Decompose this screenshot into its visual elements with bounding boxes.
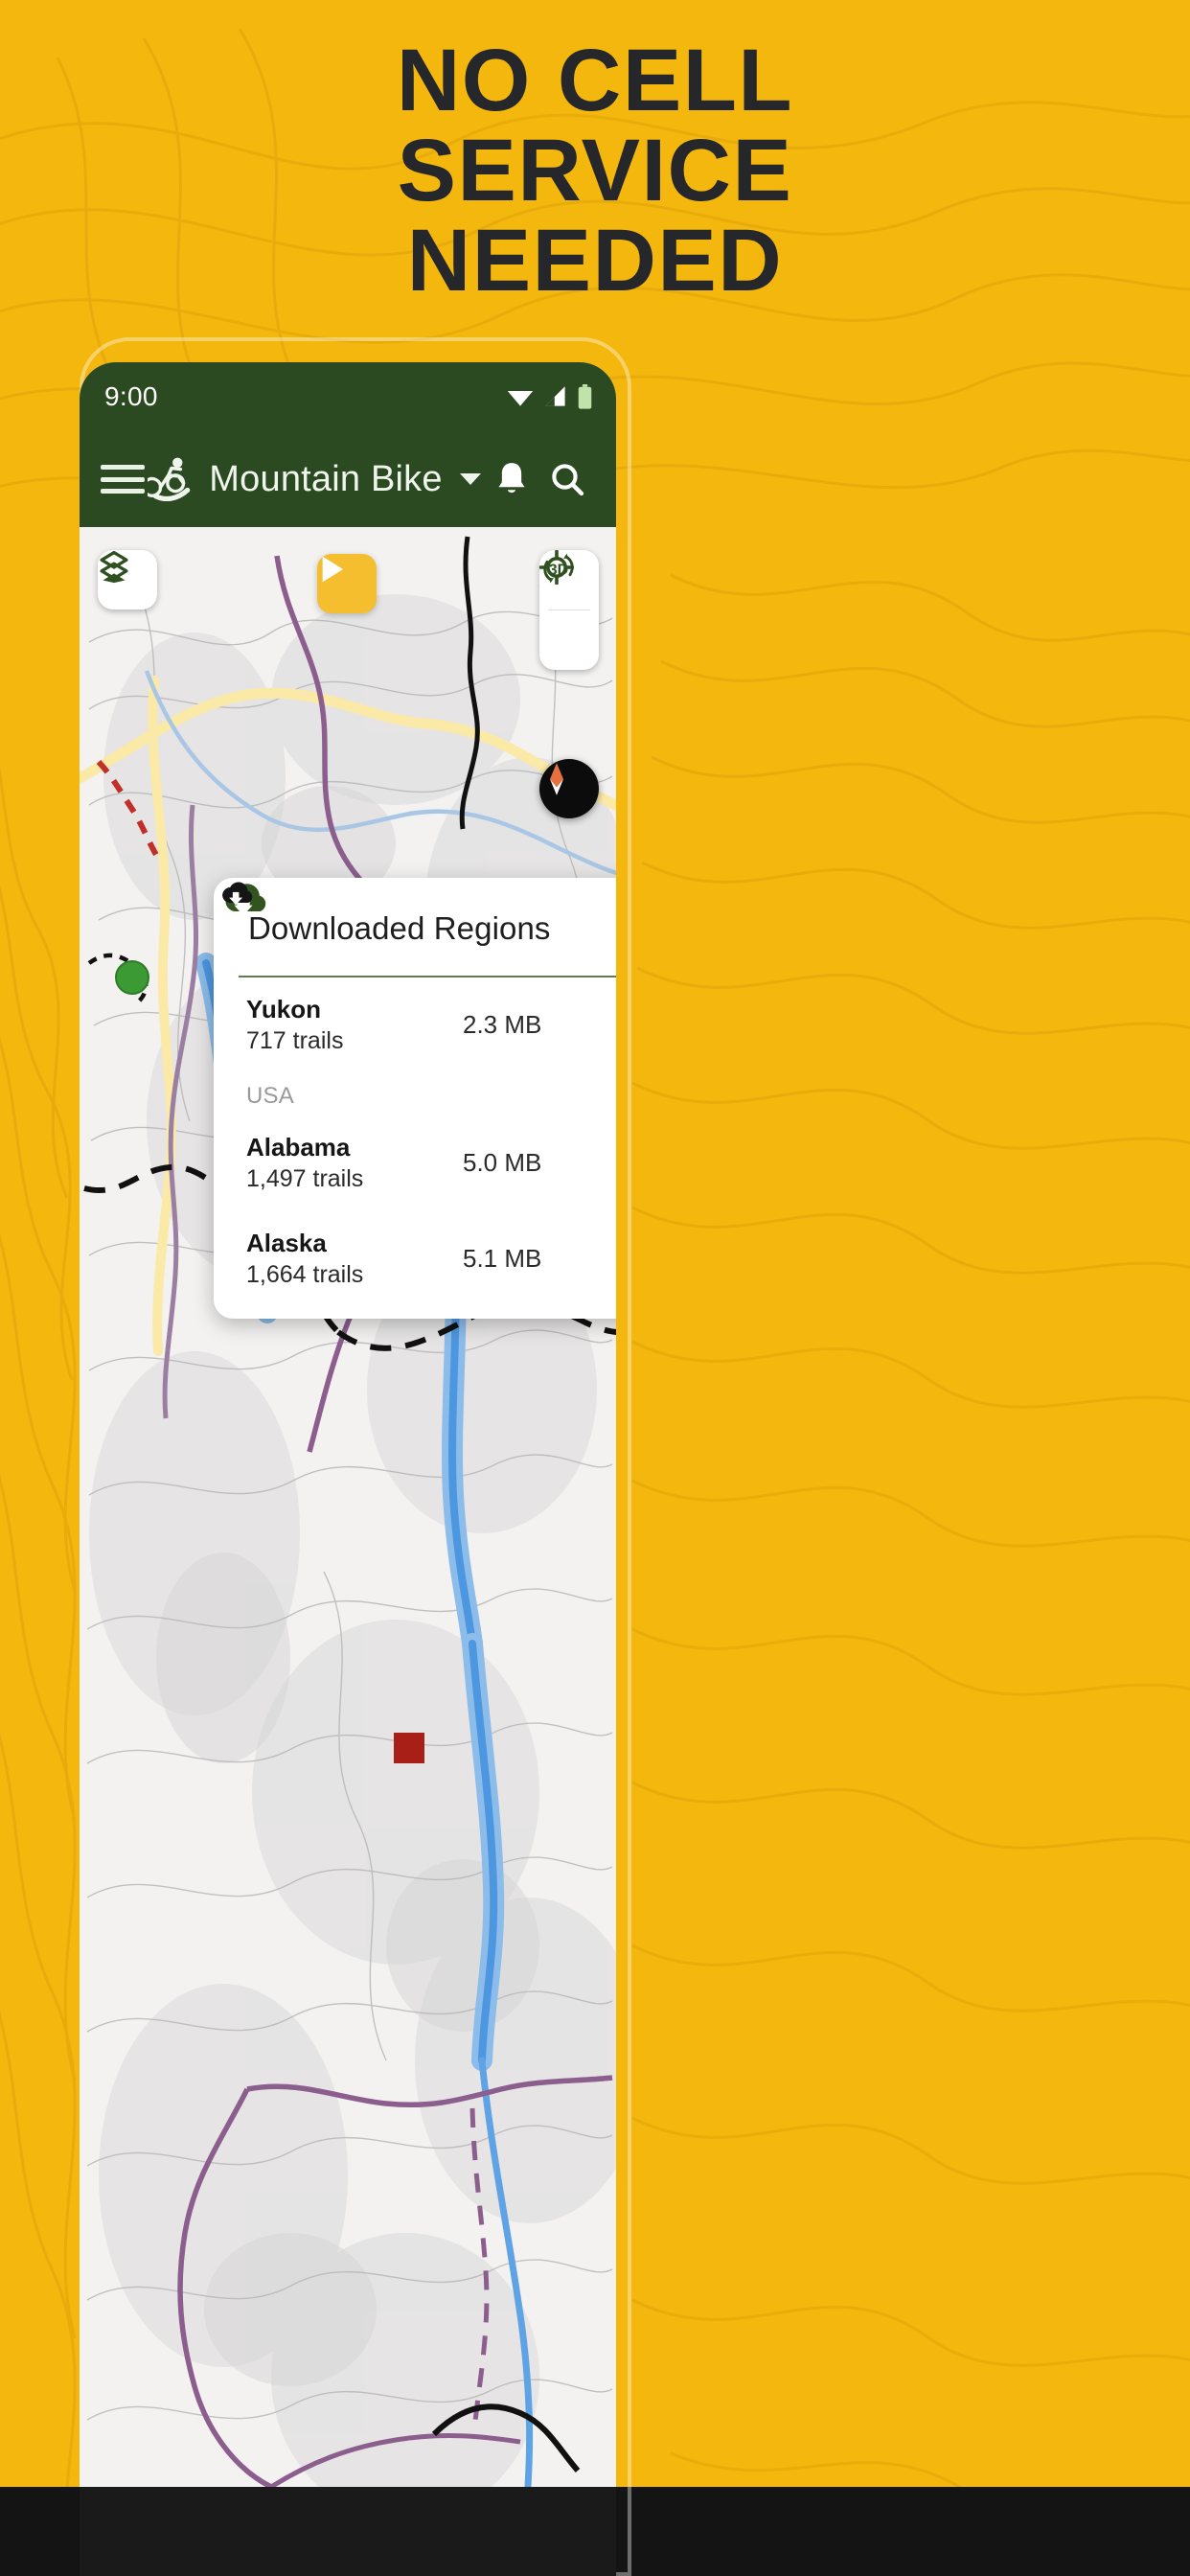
region-trail-count: 1,664 trails: [246, 1260, 364, 1288]
region-group-label: USA: [246, 1082, 294, 1109]
phone-screen: 9:00 Mountain Bike 3D Downloaded Regions…: [80, 362, 616, 2576]
table-row[interactable]: Yukon 717 trails 2.3 MB: [214, 882, 616, 1073]
status-bar-icons: [506, 383, 593, 410]
headline-line-1: NO CELL: [396, 32, 794, 129]
app-bar-title-group[interactable]: Mountain Bike: [145, 457, 484, 501]
table-row[interactable]: Alaska 1,664 trails 5.1 MB: [214, 882, 616, 1319]
region-info: Yukon 717 trails: [246, 995, 457, 1056]
app-bar-title: Mountain Bike: [209, 458, 443, 499]
three-d-toggle-button[interactable]: 3D: [539, 553, 599, 670]
map-layers-button[interactable]: [98, 550, 157, 610]
region-name: Yukon: [246, 995, 322, 1024]
map-terrain: [80, 527, 616, 2487]
region-name: Alabama: [246, 1132, 351, 1162]
hamburger-menu-icon[interactable]: [101, 460, 145, 498]
region-name: Alaska: [246, 1228, 327, 1257]
battery-icon: [578, 383, 592, 409]
region-size: 2.3 MB: [463, 1010, 542, 1040]
headline-line-3: NEEDED: [406, 211, 784, 310]
status-bar-clock: 9:00: [104, 381, 158, 411]
downloaded-regions-card: Downloaded Regions Yukon 717 trails 2.3 …: [214, 878, 616, 1319]
mountain-bike-icon: [148, 457, 191, 501]
play-record-button[interactable]: [317, 554, 377, 613]
play-icon: [322, 556, 343, 583]
rotate-3d-icon: 3D: [543, 553, 574, 584]
cell-signal-icon: [545, 386, 565, 406]
search-icon[interactable]: [539, 461, 595, 497]
page-title: NO CELL SERVICE NEEDED: [0, 32, 1190, 310]
cloud-download-icon: [222, 882, 253, 906]
compass-icon: [550, 763, 563, 795]
wifi-icon: [507, 391, 534, 406]
region-trail-count: 717 trails: [246, 1026, 344, 1054]
phone-navigation-bar: [80, 2487, 616, 2576]
region-size: 5.1 MB: [463, 1244, 542, 1274]
app-bar: Mountain Bike: [80, 431, 616, 527]
bell-icon[interactable]: [484, 460, 539, 498]
table-row[interactable]: Alabama 1,497 trails 5.0 MB: [214, 882, 616, 1211]
chevron-down-icon[interactable]: [459, 473, 481, 485]
downloaded-regions-title: Downloaded Regions: [248, 910, 551, 946]
region-trail-count: 1,497 trails: [246, 1164, 364, 1192]
region-size: 5.0 MB: [463, 1148, 542, 1178]
svg-text:3D: 3D: [549, 563, 568, 579]
map-layers-icon: [100, 550, 128, 584]
map-canvas[interactable]: 3D Downloaded Regions Yukon 717 trails 2…: [80, 527, 616, 2487]
status-bar: 9:00: [80, 362, 616, 431]
region-info: Alaska 1,664 trails: [246, 1229, 457, 1290]
region-info: Alabama 1,497 trails: [246, 1133, 457, 1194]
headline-line-2: SERVICE: [397, 121, 793, 219]
downloaded-regions-header: Downloaded Regions: [214, 878, 616, 976]
promo-screenshot: NO CELL SERVICE NEEDED 9:00 Mountain Bik…: [0, 0, 1190, 2576]
map-right-control-stack: 3D: [539, 550, 599, 670]
compass-button[interactable]: [539, 759, 599, 818]
